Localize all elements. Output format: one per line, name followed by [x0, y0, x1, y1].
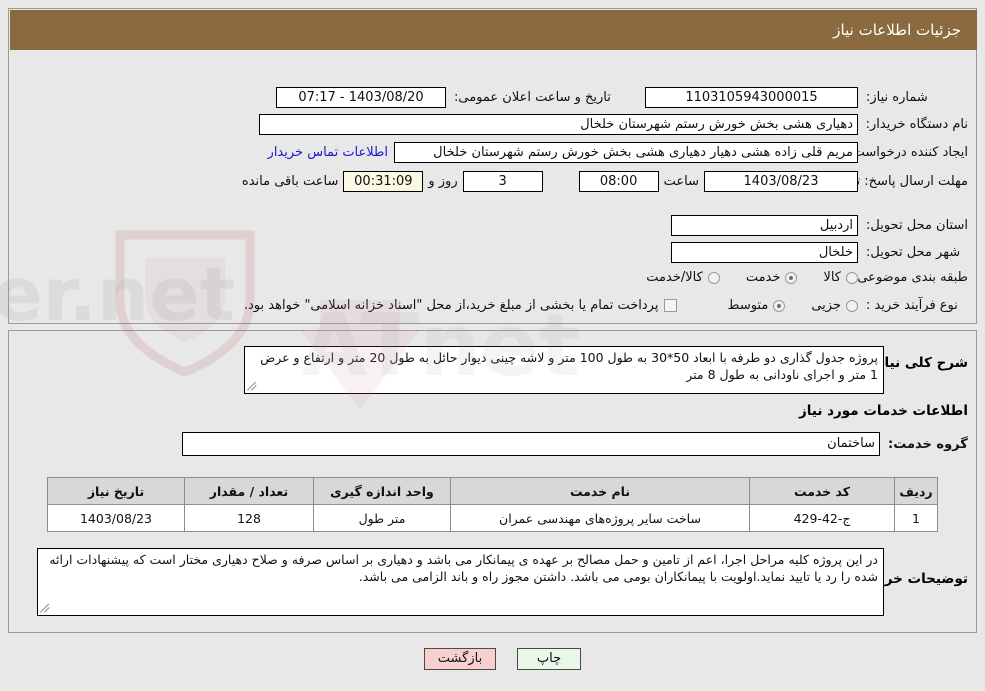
days-label: روز و — [428, 174, 458, 189]
description-label: شرح کلی نیاز: — [871, 355, 968, 371]
row-need-number: شماره نیاز: 1103105943000015 — [645, 87, 968, 108]
process-radio-group: جزیی متوسط — [701, 298, 858, 313]
page-root: AriaTender.net ATnet جزئیات اطلاعات نیاز… — [0, 0, 985, 691]
public-announce-label: تاریخ و ساعت اعلان عمومی: — [454, 90, 611, 105]
category-option-khedmat[interactable]: خدمت — [746, 270, 798, 285]
public-announce-value: 1403/08/20 - 07:17 — [276, 87, 446, 108]
table-row: 1 ج-42-429 ساخت سایر پروژه‌های مهندسی عم… — [47, 504, 938, 532]
col-service-code: کد خدمت — [749, 477, 895, 505]
row-requester: ایجاد کننده درخواست: مریم قلی زاده هشی د… — [262, 142, 968, 163]
radio-icon — [773, 299, 786, 312]
buyer-org-value: دهیاری هشی بخش خورش رستم شهرستان خلخال — [259, 114, 858, 135]
process-option-label: جزیی — [811, 298, 841, 313]
category-option-kala-khedmat[interactable]: کالا/خدمت — [646, 270, 720, 285]
panel-header: جزئیات اطلاعات نیاز — [10, 10, 977, 50]
row-service-group: گروه خدمت: ساختمان — [182, 432, 968, 456]
cell-quantity: 128 — [184, 504, 314, 532]
radio-icon — [846, 271, 858, 284]
province-label: استان محل تحویل: — [866, 218, 968, 233]
description-value: پروژه جدول گذاری دو طرفه با ابعاد 50*30 … — [256, 350, 878, 382]
cell-row-no: 1 — [894, 504, 938, 532]
radio-icon — [846, 299, 858, 312]
days-value: 3 — [462, 171, 543, 192]
row-province: استان محل تحویل: اردبیل — [671, 215, 968, 236]
radio-icon — [707, 271, 720, 284]
table-header-row: ردیف کد خدمت نام خدمت واحد اندازه گیری ت… — [47, 477, 938, 505]
buyer-notes-textarea[interactable]: در این پروژه کلیه مراحل اجرا، اعم از تام… — [37, 548, 884, 616]
services-table: ردیف کد خدمت نام خدمت واحد اندازه گیری ت… — [47, 477, 938, 532]
process-label: نوع فرآیند خرید : — [866, 298, 958, 313]
hour-label: ساعت — [663, 174, 699, 189]
print-button[interactable]: چاپ — [517, 648, 581, 670]
description-textarea[interactable]: پروژه جدول گذاری دو طرفه با ابعاد 50*30 … — [244, 346, 884, 394]
need-number-value: 1103105943000015 — [645, 87, 858, 108]
service-group-label: گروه خدمت: — [888, 436, 968, 452]
need-number-label: شماره نیاز: — [866, 90, 928, 105]
category-option-label: کالا/خدمت — [646, 270, 703, 285]
category-option-label: خدمت — [745, 270, 781, 285]
category-label: طبقه بندی موضوعی: — [852, 270, 968, 285]
buyer-org-label: نام دستگاه خریدار: — [865, 117, 968, 132]
process-option-motevaset[interactable]: متوسط — [727, 298, 786, 313]
col-unit: واحد اندازه گیری — [313, 477, 451, 505]
cell-service-name: ساخت سایر پروژه‌های مهندسی عمران — [450, 504, 750, 532]
resize-grip-icon[interactable] — [40, 603, 51, 614]
row-buyer-org: نام دستگاه خریدار: دهیاری هشی بخش خورش ر… — [259, 114, 968, 135]
radio-icon — [785, 271, 798, 284]
cell-unit: متر طول — [313, 504, 451, 532]
row-public-announce: تاریخ و ساعت اعلان عمومی: 1403/08/20 - 0… — [276, 87, 614, 108]
checkbox-icon — [664, 299, 678, 312]
row-category: طبقه بندی موضوعی: کالا خدمت کالا/خدمت — [620, 270, 968, 285]
cell-need-date: 1403/08/23 — [47, 504, 185, 532]
resize-grip-icon[interactable] — [247, 381, 258, 392]
timer-label: ساعت باقی مانده — [241, 174, 339, 189]
process-option-label: متوسط — [727, 298, 769, 313]
services-section-title: اطلاعات خدمات مورد نیاز — [798, 403, 968, 419]
treasury-note: پرداخت تمام یا بخشی از مبلغ خرید،از محل … — [243, 298, 659, 313]
need-info-panel: جزئیات اطلاعات نیاز شماره نیاز: 11031059… — [8, 8, 977, 324]
hour-value: 08:00 — [578, 171, 659, 192]
cell-service-code: ج-42-429 — [749, 504, 895, 532]
requester-value: مریم قلی زاده هشی دهیار دهیاری هشی بخش خ… — [394, 142, 858, 163]
deadline-label: مهلت ارسال پاسخ: تا تاریخ: — [818, 174, 968, 189]
deadline-date: 1403/08/23 — [704, 171, 858, 192]
page-title: جزئیات اطلاعات نیاز — [833, 21, 961, 39]
buyer-contact-link[interactable]: اطلاعات تماس خریدار — [262, 145, 394, 160]
row-city: شهر محل تحویل: خلخال — [671, 242, 968, 263]
col-quantity: تعداد / مقدار — [184, 477, 314, 505]
category-option-label: کالا — [823, 270, 841, 285]
countdown-timer: 00:31:09 — [343, 171, 424, 192]
process-option-jozii[interactable]: جزیی — [811, 298, 858, 313]
province-value: اردبیل — [671, 215, 858, 236]
col-service-name: نام خدمت — [450, 477, 750, 505]
requester-label: ایجاد کننده درخواست: — [848, 145, 968, 160]
row-process-type: نوع فرآیند خرید : جزیی متوسط پرداخت تمام… — [244, 298, 968, 313]
row-deadline: مهلت ارسال پاسخ: تا تاریخ: 1403/08/23 سا… — [237, 171, 968, 192]
treasury-checkbox-wrap[interactable]: پرداخت تمام یا بخشی از مبلغ خرید،از محل … — [244, 298, 678, 313]
category-option-kala[interactable]: کالا — [823, 270, 858, 285]
city-label: شهر محل تحویل: — [866, 245, 961, 260]
col-need-date: تاریخ نیاز — [47, 477, 185, 505]
buyer-notes-value: در این پروژه کلیه مراحل اجرا، اعم از تام… — [45, 552, 878, 584]
service-group-value: ساختمان — [182, 432, 880, 456]
col-row-no: ردیف — [894, 477, 938, 505]
category-radio-group: کالا خدمت کالا/خدمت — [620, 270, 858, 285]
city-value: خلخال — [671, 242, 858, 263]
back-button[interactable]: بازگشت — [424, 648, 496, 670]
